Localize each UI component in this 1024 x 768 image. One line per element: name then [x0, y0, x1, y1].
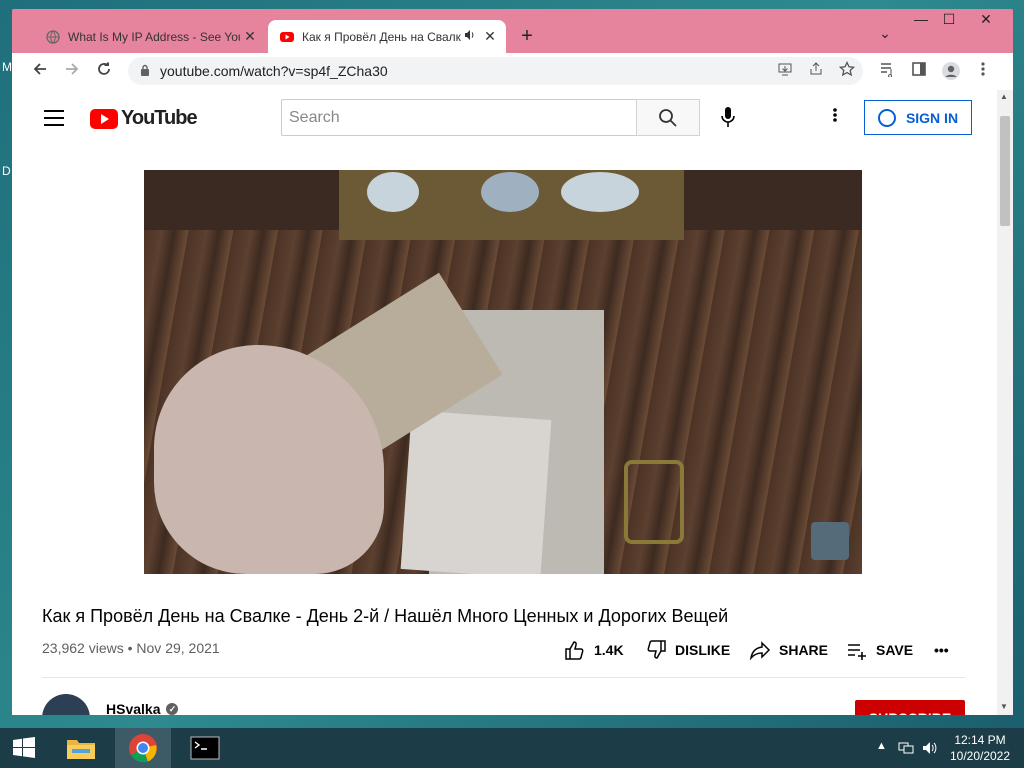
video-frame-photo — [400, 410, 552, 574]
desktop-edge-label: M — [2, 60, 12, 74]
tab-close-button[interactable]: ✕ — [240, 28, 260, 45]
volume-icon[interactable] — [922, 741, 938, 758]
bookmark-star-icon[interactable] — [834, 60, 860, 81]
reload-icon[interactable] — [90, 61, 118, 82]
like-button[interactable]: 1.4K — [564, 634, 624, 666]
system-clock[interactable]: 12:14 PM 10/20/2022 — [944, 732, 1016, 764]
settings-more-icon[interactable] — [827, 106, 843, 129]
sign-in-label: SIGN IN — [905, 109, 959, 126]
forward-icon[interactable] — [58, 61, 86, 82]
chrome-menu-icon[interactable] — [970, 61, 996, 81]
more-actions-button[interactable]: ••• — [934, 634, 949, 666]
video-player[interactable] — [144, 170, 862, 574]
video-frame-clasp — [624, 460, 684, 544]
youtube-favicon-icon — [280, 31, 294, 42]
start-button[interactable] — [0, 728, 48, 768]
upload-date: Nov 29, 2021 — [136, 640, 220, 656]
install-app-icon[interactable] — [772, 61, 798, 81]
browser-window: What Is My IP Address - See Your ✕ Как я… — [12, 9, 1013, 715]
profile-avatar-icon[interactable] — [938, 61, 964, 85]
desktop-edge-label: D — [2, 164, 11, 178]
tab-ip-address[interactable]: What Is My IP Address - See Your ✕ — [34, 20, 266, 53]
search-icon — [659, 108, 677, 127]
channel-name-link[interactable]: HSvalka ✓ — [106, 701, 179, 715]
dislike-label: DISLIKE — [675, 642, 731, 658]
microphone-icon[interactable] — [716, 100, 740, 134]
subscribe-button[interactable]: SUBSCRIBE — [855, 700, 965, 715]
scrollbar-thumb[interactable] — [1000, 116, 1010, 226]
channel-avatar[interactable] — [42, 694, 90, 715]
scroll-up-icon[interactable]: ▲ — [1000, 92, 1008, 101]
lock-icon — [140, 64, 150, 79]
address-bar[interactable]: youtube.com/watch?v=sp4f_ZCha30 — [128, 57, 863, 85]
menu-icon[interactable] — [44, 110, 64, 126]
tray-overflow-icon[interactable]: ▲ — [876, 740, 887, 752]
clock-date: 10/20/2022 — [949, 749, 1011, 763]
youtube-logo[interactable]: YouTube — [90, 107, 198, 130]
tab-close-button[interactable]: ✕ — [480, 28, 500, 45]
search-button[interactable] — [636, 99, 700, 136]
browser-toolbar: youtube.com/watch?v=sp4f_ZCha30 — [12, 53, 1013, 90]
account-icon — [877, 108, 896, 127]
globe-icon — [46, 29, 60, 44]
video-meta: 23,962 views • Nov 29, 2021 — [42, 640, 220, 656]
media-queue-icon[interactable] — [874, 61, 900, 81]
sign-in-button[interactable]: SIGN IN — [864, 100, 972, 135]
chrome-taskbar-icon[interactable] — [115, 728, 171, 768]
window-close-button[interactable]: ✕ — [969, 11, 1003, 28]
share-button[interactable]: SHARE — [749, 634, 828, 666]
save-label: SAVE — [876, 642, 914, 658]
youtube-header: YouTube Search SIGN IN — [12, 90, 997, 146]
terminal-taskbar-icon[interactable] — [177, 728, 233, 768]
thumbs-down-icon — [645, 639, 667, 661]
youtube-logo-text: YouTube — [121, 107, 198, 129]
tab-search-button[interactable]: ⌄ — [868, 25, 902, 42]
divider — [42, 677, 965, 678]
scroll-down-icon[interactable]: ▼ — [1000, 702, 1008, 711]
tab-title: Как я Провёл День на Свалк — [302, 29, 461, 44]
share-arrow-icon — [749, 639, 771, 661]
url-text: youtube.com/watch?v=sp4f_ZCha30 — [160, 63, 388, 79]
taskbar: ▲ 12:14 PM 10/20/2022 — [0, 728, 1024, 768]
share-page-icon[interactable] — [803, 61, 829, 81]
maximize-button[interactable]: ☐ — [932, 11, 966, 28]
network-icon[interactable] — [898, 741, 914, 758]
meta-separator: • — [123, 640, 137, 656]
windows-logo-icon — [13, 737, 35, 758]
page-scrollbar[interactable]: ▲ ▼ — [997, 90, 1013, 715]
like-count: 1.4K — [594, 642, 624, 658]
tab-youtube[interactable]: Как я Провёл День на Свалк ✕ — [268, 20, 506, 53]
clock-time: 12:14 PM — [954, 733, 1006, 747]
side-panel-icon[interactable] — [906, 61, 932, 81]
playlist-add-icon — [846, 639, 868, 661]
share-label: SHARE — [779, 642, 829, 658]
search-input[interactable]: Search — [281, 99, 637, 136]
speaker-icon[interactable] — [464, 29, 480, 44]
tab-strip: What Is My IP Address - See Your ✕ Как я… — [12, 9, 1013, 53]
youtube-play-icon — [90, 108, 118, 129]
view-count: 23,962 views — [42, 640, 124, 656]
thumbs-up-icon — [564, 639, 586, 661]
channel-name: HSvalka — [106, 701, 161, 715]
file-explorer-taskbar-icon[interactable] — [53, 728, 109, 768]
dislike-button[interactable]: DISLIKE — [645, 634, 730, 666]
back-icon[interactable] — [26, 61, 54, 82]
new-tab-button[interactable]: + — [515, 25, 539, 48]
save-button[interactable]: SAVE — [846, 634, 913, 666]
youtube-page: YouTube Search SIGN IN Как я Провёл День… — [12, 90, 997, 715]
video-frame-portrait — [339, 170, 684, 240]
verified-badge-icon: ✓ — [166, 703, 179, 715]
tab-title: What Is My IP Address - See Your — [68, 29, 240, 44]
video-title: Как я Провёл День на Свалке - День 2-й /… — [42, 606, 729, 626]
channel-watermark-icon[interactable] — [811, 522, 849, 560]
